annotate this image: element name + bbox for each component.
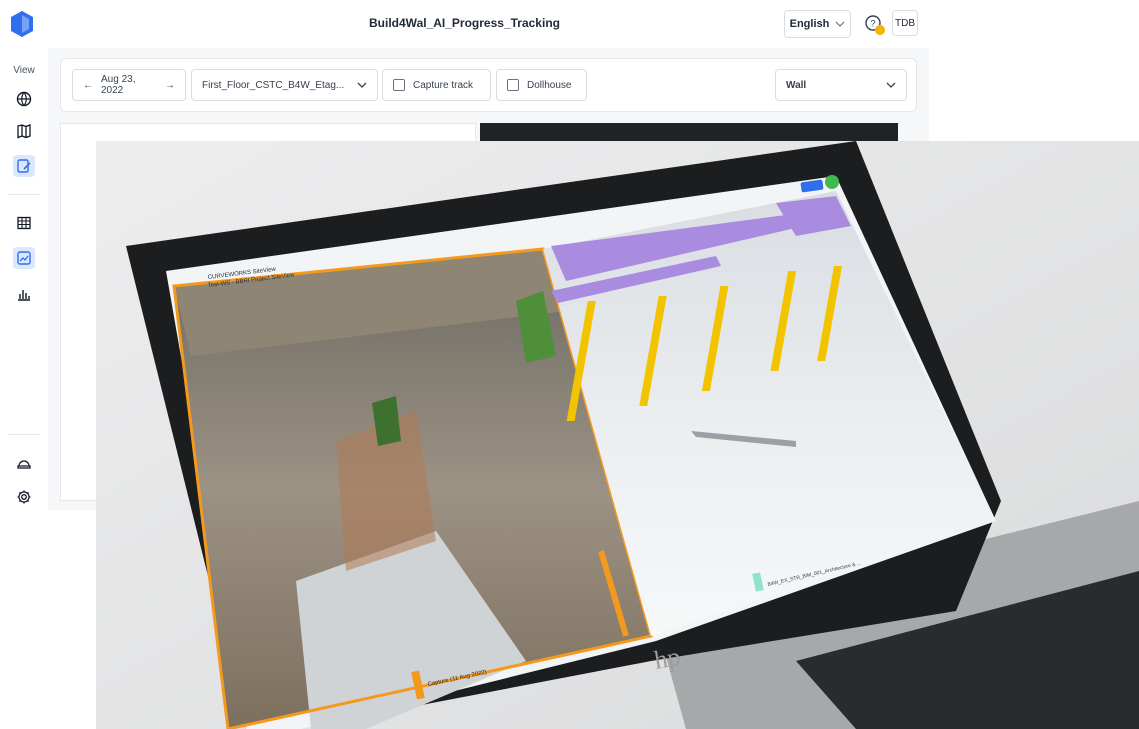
gear-icon[interactable] [13,486,35,508]
arrow-right-icon[interactable]: → [165,80,175,91]
map-icon[interactable] [13,120,35,142]
dollhouse-label: Dollhouse [527,79,572,91]
dollhouse-checkbox[interactable]: Dollhouse [496,69,587,101]
element-filter-select[interactable]: Wall [775,69,907,101]
capture-track-checkbox[interactable]: Capture track [382,69,491,101]
language-label: English [789,18,830,30]
image-compare-icon[interactable] [13,247,35,269]
checkbox-box[interactable] [507,79,519,91]
globe-icon[interactable] [13,88,35,110]
table-icon[interactable] [13,212,35,234]
help-icon[interactable]: ? [864,14,885,35]
chevron-down-icon [835,21,845,27]
floor-select[interactable]: First_Floor_CSTC_B4W_Etag... [191,69,378,101]
helmet-icon[interactable] [13,452,35,474]
hp-logo: hp [652,642,683,675]
arrow-left-icon[interactable]: ← [83,80,93,91]
language-select[interactable]: English [784,10,851,38]
filter-label: Wall [786,79,807,91]
sidebar-divider [8,194,40,195]
laptop-photo: hp CURVEWORKS SiteView Test-WS - BBRI Pr… [96,141,1139,729]
floor-label: First_Floor_CSTC_B4W_Etag... [202,79,345,91]
svg-text:?: ? [870,19,875,29]
user-avatar[interactable]: TDB [892,10,918,36]
checkbox-box[interactable] [393,79,405,91]
chevron-down-icon [886,82,896,88]
date-navigator[interactable]: ← Aug 23, 2022 → [72,69,186,101]
date-label: Aug 23, 2022 [101,74,136,96]
capture-track-label: Capture track [413,79,474,91]
chevron-down-icon [357,82,367,88]
laptop-illustration: hp CURVEWORKS SiteView Test-WS - BBRI Pr… [96,141,1139,729]
sidebar-divider [8,434,40,435]
bar-chart-icon[interactable] [13,283,35,305]
view-label: View [13,65,35,76]
progress-icon[interactable] [13,155,35,177]
